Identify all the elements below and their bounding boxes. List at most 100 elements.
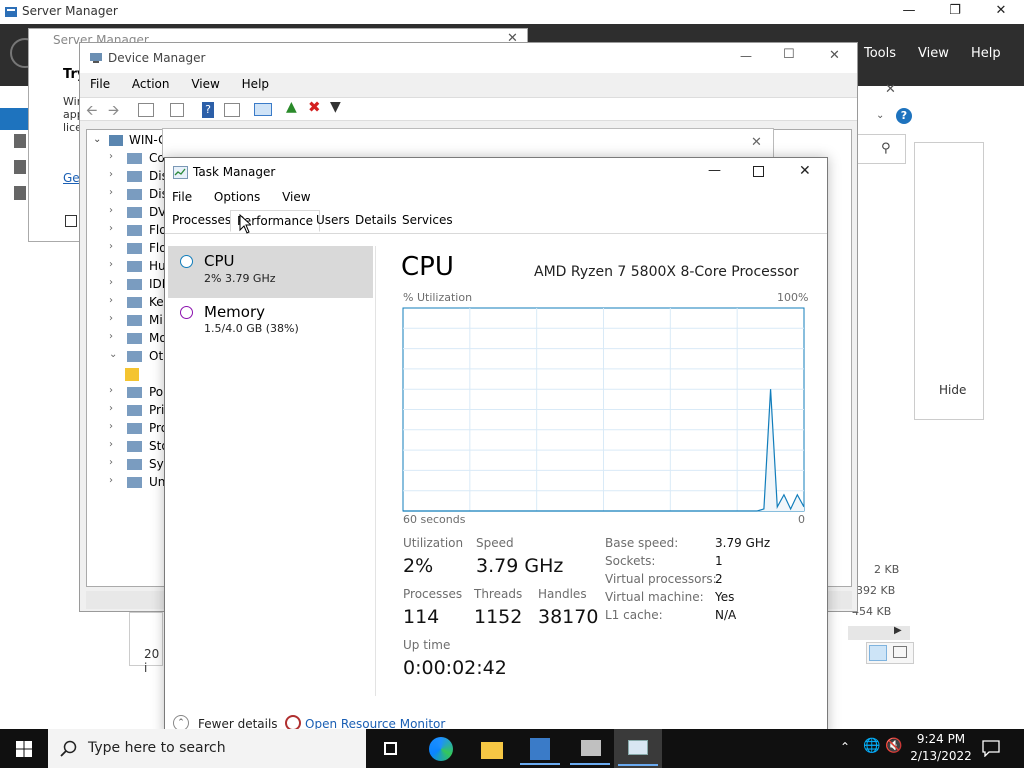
volume-muted-icon[interactable]: 🔇	[885, 738, 902, 754]
tm-menu-options[interactable]: Options	[214, 190, 260, 204]
tree-expand-icon[interactable]: ›	[109, 259, 113, 270]
forward-arrow-icon[interactable]: 🡪	[108, 100, 119, 124]
sm-search-box[interactable]: ⚲	[856, 134, 906, 164]
dm-close-button[interactable]: ✕	[829, 48, 840, 63]
menu-tools[interactable]: Tools	[864, 46, 896, 61]
notifications-icon[interactable]	[982, 740, 1000, 757]
hide-button[interactable]: Hide	[939, 383, 966, 397]
properties-icon[interactable]	[170, 103, 184, 117]
tray-chevron-icon[interactable]: ⌃	[840, 740, 850, 754]
sm-close-button[interactable]: ✕	[978, 0, 1024, 24]
tree-expand-icon[interactable]: ›	[109, 313, 113, 324]
tab-services[interactable]: Services	[396, 210, 459, 232]
tree-item[interactable]: › Co	[109, 150, 169, 168]
help-icon[interactable]: ?	[202, 102, 214, 118]
sidebar-item-memory[interactable]: Memory 1.5/4.0 GB (38%)	[168, 298, 373, 350]
tree-expand-icon[interactable]: ›	[109, 421, 113, 432]
tree-item[interactable]: › Key	[109, 294, 171, 312]
uninstall-icon[interactable]: ✖	[308, 98, 321, 116]
horizontal-scrollbar[interactable]: ▶	[848, 625, 910, 640]
dm-menu-view[interactable]: View	[191, 77, 219, 91]
tm-menu-view[interactable]: View	[282, 190, 310, 204]
menu-view[interactable]: View	[918, 46, 949, 61]
tree-expand-icon[interactable]: ›	[109, 187, 113, 198]
tree-item[interactable]: › Hu	[109, 258, 169, 276]
search-box[interactable]: Type here to search	[48, 729, 366, 768]
dm-menu-file[interactable]: File	[90, 77, 110, 91]
dialog-link[interactable]: Ge	[63, 171, 80, 185]
tree-expand-icon[interactable]: ›	[109, 205, 113, 216]
tab-processes[interactable]: Processes	[166, 210, 237, 232]
tree-item[interactable]: › Dis	[109, 186, 169, 204]
tiles-view-icon[interactable]	[893, 646, 907, 658]
tree-item[interactable]: › Sys	[109, 456, 170, 474]
tree-expand-icon[interactable]: ›	[109, 331, 113, 342]
dm-menu-action[interactable]: Action	[132, 77, 170, 91]
network-icon[interactable]: 🌐	[863, 738, 880, 754]
tree-expand-icon[interactable]: ›	[109, 223, 113, 234]
clock-date[interactable]: 2/13/2022	[909, 749, 973, 763]
details-view-icon[interactable]	[869, 645, 887, 661]
background-dialog-close-icon[interactable]: ✕	[751, 135, 762, 150]
dialog-checkbox[interactable]	[65, 215, 77, 227]
sm-minimize-button[interactable]: —	[886, 0, 932, 24]
dm-maximize-button[interactable]: ☐	[783, 47, 795, 62]
tab-details[interactable]: Details	[349, 210, 403, 232]
scroll-right-icon[interactable]: ▶	[894, 625, 902, 636]
view-icon[interactable]	[224, 103, 240, 117]
local-server-icon[interactable]	[14, 134, 26, 148]
sm-help-icon[interactable]: ?	[896, 108, 912, 124]
tree-item[interactable]: › Po	[109, 384, 169, 402]
task-view-icon[interactable]	[367, 733, 415, 765]
tree-expand-icon[interactable]: ›	[109, 277, 113, 288]
tm-close-button[interactable]: ✕	[799, 163, 811, 179]
clock-time[interactable]: 9:24 PM	[913, 732, 969, 746]
tree-item[interactable]: › Sto	[109, 438, 169, 456]
task-manager-icon[interactable]	[614, 729, 662, 768]
tm-menu-file[interactable]: File	[172, 190, 192, 204]
tree-item[interactable]: › Pri	[109, 402, 169, 420]
file-services-icon[interactable]	[14, 186, 26, 200]
tree-item[interactable]: › Flo	[109, 240, 169, 258]
dashboard-nav-item[interactable]	[0, 108, 30, 130]
sm-restore-button[interactable]: ❐	[932, 0, 978, 24]
tree-item[interactable]: › Pro	[109, 420, 169, 438]
tree-item[interactable]: › Mi	[109, 312, 169, 330]
server-manager-icon[interactable]	[516, 733, 564, 765]
tree-item[interactable]: ⌄ Oth	[109, 348, 171, 366]
tree-item[interactable]: › Flo	[109, 222, 169, 240]
scan-hardware-icon[interactable]	[254, 103, 272, 116]
tree-item[interactable]: › DV	[109, 204, 169, 222]
dm-menu-help[interactable]: Help	[242, 77, 269, 91]
tree-expand-icon[interactable]: ›	[109, 457, 113, 468]
update-driver-icon[interactable]: ▲	[286, 99, 297, 115]
start-icon[interactable]	[16, 741, 32, 757]
show-hide-tree-icon[interactable]	[138, 103, 154, 117]
file-explorer-icon[interactable]	[467, 733, 515, 765]
tree-item[interactable]: › Un	[109, 474, 169, 492]
tree-expand-icon[interactable]: ›	[109, 151, 113, 162]
dm-minimize-button[interactable]: —	[740, 49, 752, 63]
edge-icon[interactable]	[417, 733, 465, 765]
sidebar-item-cpu[interactable]: CPU 2% 3.79 GHz	[168, 246, 373, 298]
tm-minimize-button[interactable]: —	[708, 163, 721, 178]
tree-expand-icon[interactable]: ›	[109, 385, 113, 396]
tree-collapse-icon[interactable]: ⌄	[93, 134, 101, 145]
tree-item[interactable]: › IDE	[109, 276, 169, 294]
tree-expand-icon[interactable]: ⌄	[109, 349, 117, 360]
tree-item[interactable]: › Mo	[109, 330, 169, 348]
back-arrow-icon[interactable]: 🡨	[86, 100, 97, 124]
tm-maximize-button[interactable]	[753, 166, 764, 177]
tree-expand-icon[interactable]: ›	[109, 169, 113, 180]
sm-close-panel-icon[interactable]: ✕	[885, 82, 896, 97]
all-servers-icon[interactable]	[14, 160, 26, 174]
tree-item[interactable]: › Dis	[109, 168, 169, 186]
tree-expand-icon[interactable]: ›	[109, 403, 113, 414]
enable-device-icon[interactable]: ▼	[330, 99, 341, 115]
menu-help[interactable]: Help	[971, 46, 1001, 61]
tree-expand-icon[interactable]: ›	[109, 241, 113, 252]
tree-expand-icon[interactable]: ›	[109, 475, 113, 486]
tree-expand-icon[interactable]: ›	[109, 295, 113, 306]
tree-expand-icon[interactable]: ›	[109, 439, 113, 450]
sm-chevron-down-icon[interactable]: ⌄	[876, 110, 884, 121]
